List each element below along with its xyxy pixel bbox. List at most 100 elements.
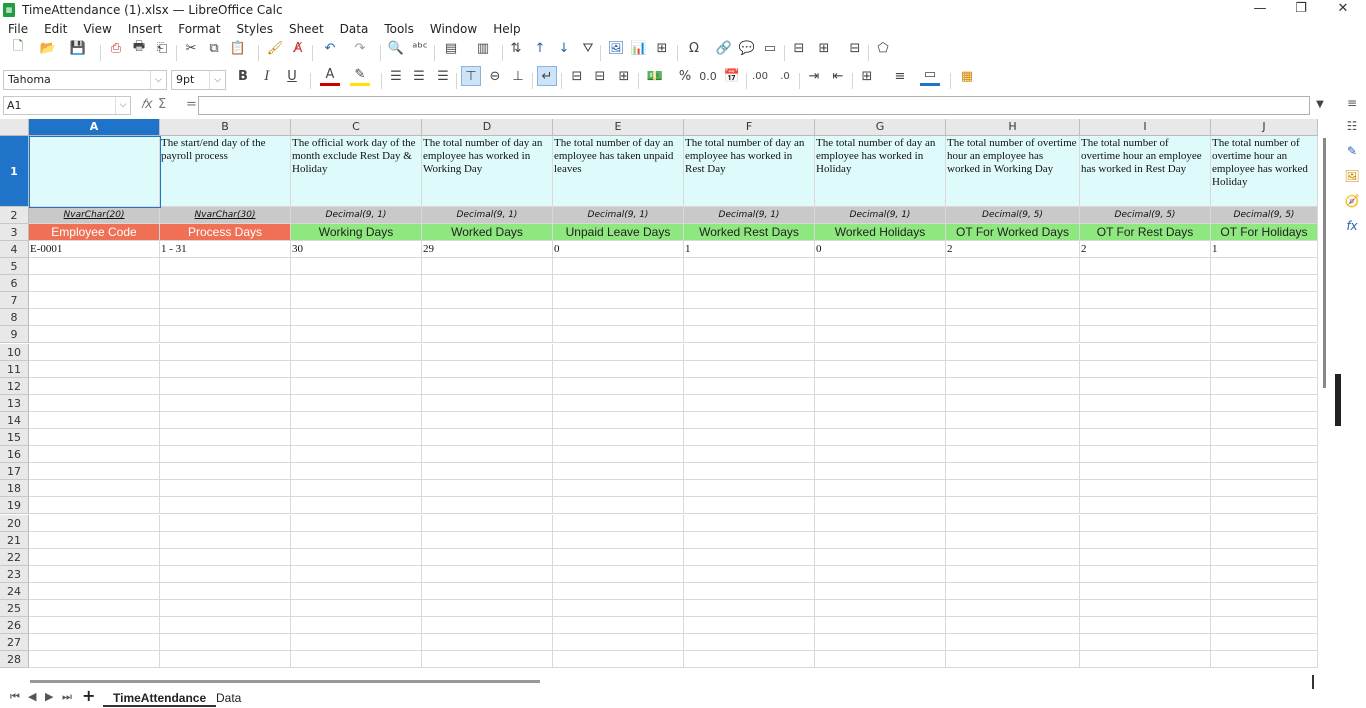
cell-c14[interactable] [291,411,422,429]
sidebar-collapse-handle[interactable] [1335,374,1341,426]
cell-d16[interactable] [422,446,553,464]
insert-image-icon[interactable]: 🖼 [606,38,626,58]
cell-b28[interactable] [160,651,291,669]
font-size-box[interactable]: 9pt ⌵ [171,70,226,90]
row-header-23[interactable]: 23 [0,565,29,583]
cell-f23[interactable] [684,565,815,583]
cell-h25[interactable] [946,600,1080,618]
cell-e9[interactable] [553,326,684,344]
cell-j15[interactable] [1211,429,1318,447]
cell-d22[interactable] [422,548,553,566]
cell-a13[interactable] [29,394,160,412]
cell-b12[interactable] [160,377,291,395]
menu-help[interactable]: Help [485,20,528,39]
cell-i19[interactable] [1080,497,1211,515]
cell-c21[interactable] [291,531,422,549]
cell-b17[interactable] [160,463,291,481]
cell-g5[interactable] [815,258,946,276]
cell-b24[interactable] [160,582,291,600]
cell-h12[interactable] [946,377,1080,395]
cell-e3[interactable]: Unpaid Leave Days [553,224,684,241]
cell-j13[interactable] [1211,394,1318,412]
cell-i28[interactable] [1080,651,1211,669]
cell-d10[interactable] [422,343,553,361]
cell-e15[interactable] [553,429,684,447]
cell-a14[interactable] [29,411,160,429]
cell-e19[interactable] [553,497,684,515]
cell-a7[interactable] [29,292,160,310]
menu-format[interactable]: Format [170,20,228,39]
cell-h1[interactable]: The total number of overtime hour an emp… [946,136,1080,207]
underline-icon[interactable]: U [282,66,302,86]
print-preview-icon[interactable]: ⎗ [152,38,172,58]
cell-a10[interactable] [29,343,160,361]
tab-scroll-divider[interactable] [1312,675,1314,689]
formula-input[interactable] [198,96,1310,115]
cell-j25[interactable] [1211,600,1318,618]
open-folder-icon[interactable]: 📂 [38,38,58,58]
cell-c13[interactable] [291,394,422,412]
cell-a25[interactable] [29,600,160,618]
cell-h2[interactable]: Decimal(9, 5) [946,207,1080,224]
cell-a15[interactable] [29,429,160,447]
cell-e22[interactable] [553,548,684,566]
column-icon[interactable]: ▥ [473,38,493,58]
cell-h21[interactable] [946,531,1080,549]
cell-i27[interactable] [1080,634,1211,652]
cell-d20[interactable] [422,514,553,532]
cell-j6[interactable] [1211,275,1318,293]
hyperlink-icon[interactable]: 🔗 [714,38,734,58]
first-sheet-icon[interactable]: ⏮ [10,690,20,704]
italic-icon[interactable]: I [257,66,277,86]
cell-c1[interactable]: The official work day of the month exclu… [291,136,422,207]
cell-e24[interactable] [553,582,684,600]
cell-g26[interactable] [815,617,946,635]
cell-h10[interactable] [946,343,1080,361]
row-header-16[interactable]: 16 [0,446,29,464]
row-header-26[interactable]: 26 [0,617,29,635]
cell-c6[interactable] [291,275,422,293]
insert-chart-icon[interactable]: 📊 [629,38,649,58]
cell-f5[interactable] [684,258,815,276]
cell-g17[interactable] [815,463,946,481]
cell-f27[interactable] [684,634,815,652]
cell-a9[interactable] [29,326,160,344]
align-middle-icon[interactable]: ⊖ [485,66,505,86]
cell-c15[interactable] [291,429,422,447]
function-wizard-icon[interactable]: 𝑓x [141,97,153,112]
cell-f3[interactable]: Worked Rest Days [684,224,815,241]
row-header-12[interactable]: 12 [0,377,29,395]
cell-d25[interactable] [422,600,553,618]
undo-icon[interactable]: ↶ [320,38,340,58]
cell-d14[interactable] [422,411,553,429]
cell-d28[interactable] [422,651,553,669]
styles-icon[interactable]: ✎ [1343,144,1361,162]
column-header-d[interactable]: D [422,119,553,136]
cell-e10[interactable] [553,343,684,361]
cell-f9[interactable] [684,326,815,344]
row-header-17[interactable]: 17 [0,463,29,481]
cell-j18[interactable] [1211,480,1318,498]
cell-j8[interactable] [1211,309,1318,327]
cell-j19[interactable] [1211,497,1318,515]
border-color-icon[interactable]: ▭ [920,66,940,86]
bold-icon[interactable]: B [233,66,253,86]
previous-sheet-icon[interactable]: ◀ [28,690,36,703]
cell-f20[interactable] [684,514,815,532]
pivot-table-icon[interactable]: ⊞ [652,38,672,58]
comment-icon[interactable]: 💬 [737,38,757,58]
cell-e27[interactable] [553,634,684,652]
cell-a11[interactable] [29,360,160,378]
row-header-27[interactable]: 27 [0,634,29,652]
cell-d18[interactable] [422,480,553,498]
cell-e2[interactable]: Decimal(9, 1) [553,207,684,224]
cell-a17[interactable] [29,463,160,481]
cell-i3[interactable]: OT For Rest Days [1080,224,1211,241]
column-header-i[interactable]: I [1080,119,1211,136]
cell-f2[interactable]: Decimal(9, 1) [684,207,815,224]
add-decimal-icon[interactable]: .00 [750,66,770,86]
cell-d21[interactable] [422,531,553,549]
cell-i24[interactable] [1080,582,1211,600]
cell-g28[interactable] [815,651,946,669]
cell-c17[interactable] [291,463,422,481]
